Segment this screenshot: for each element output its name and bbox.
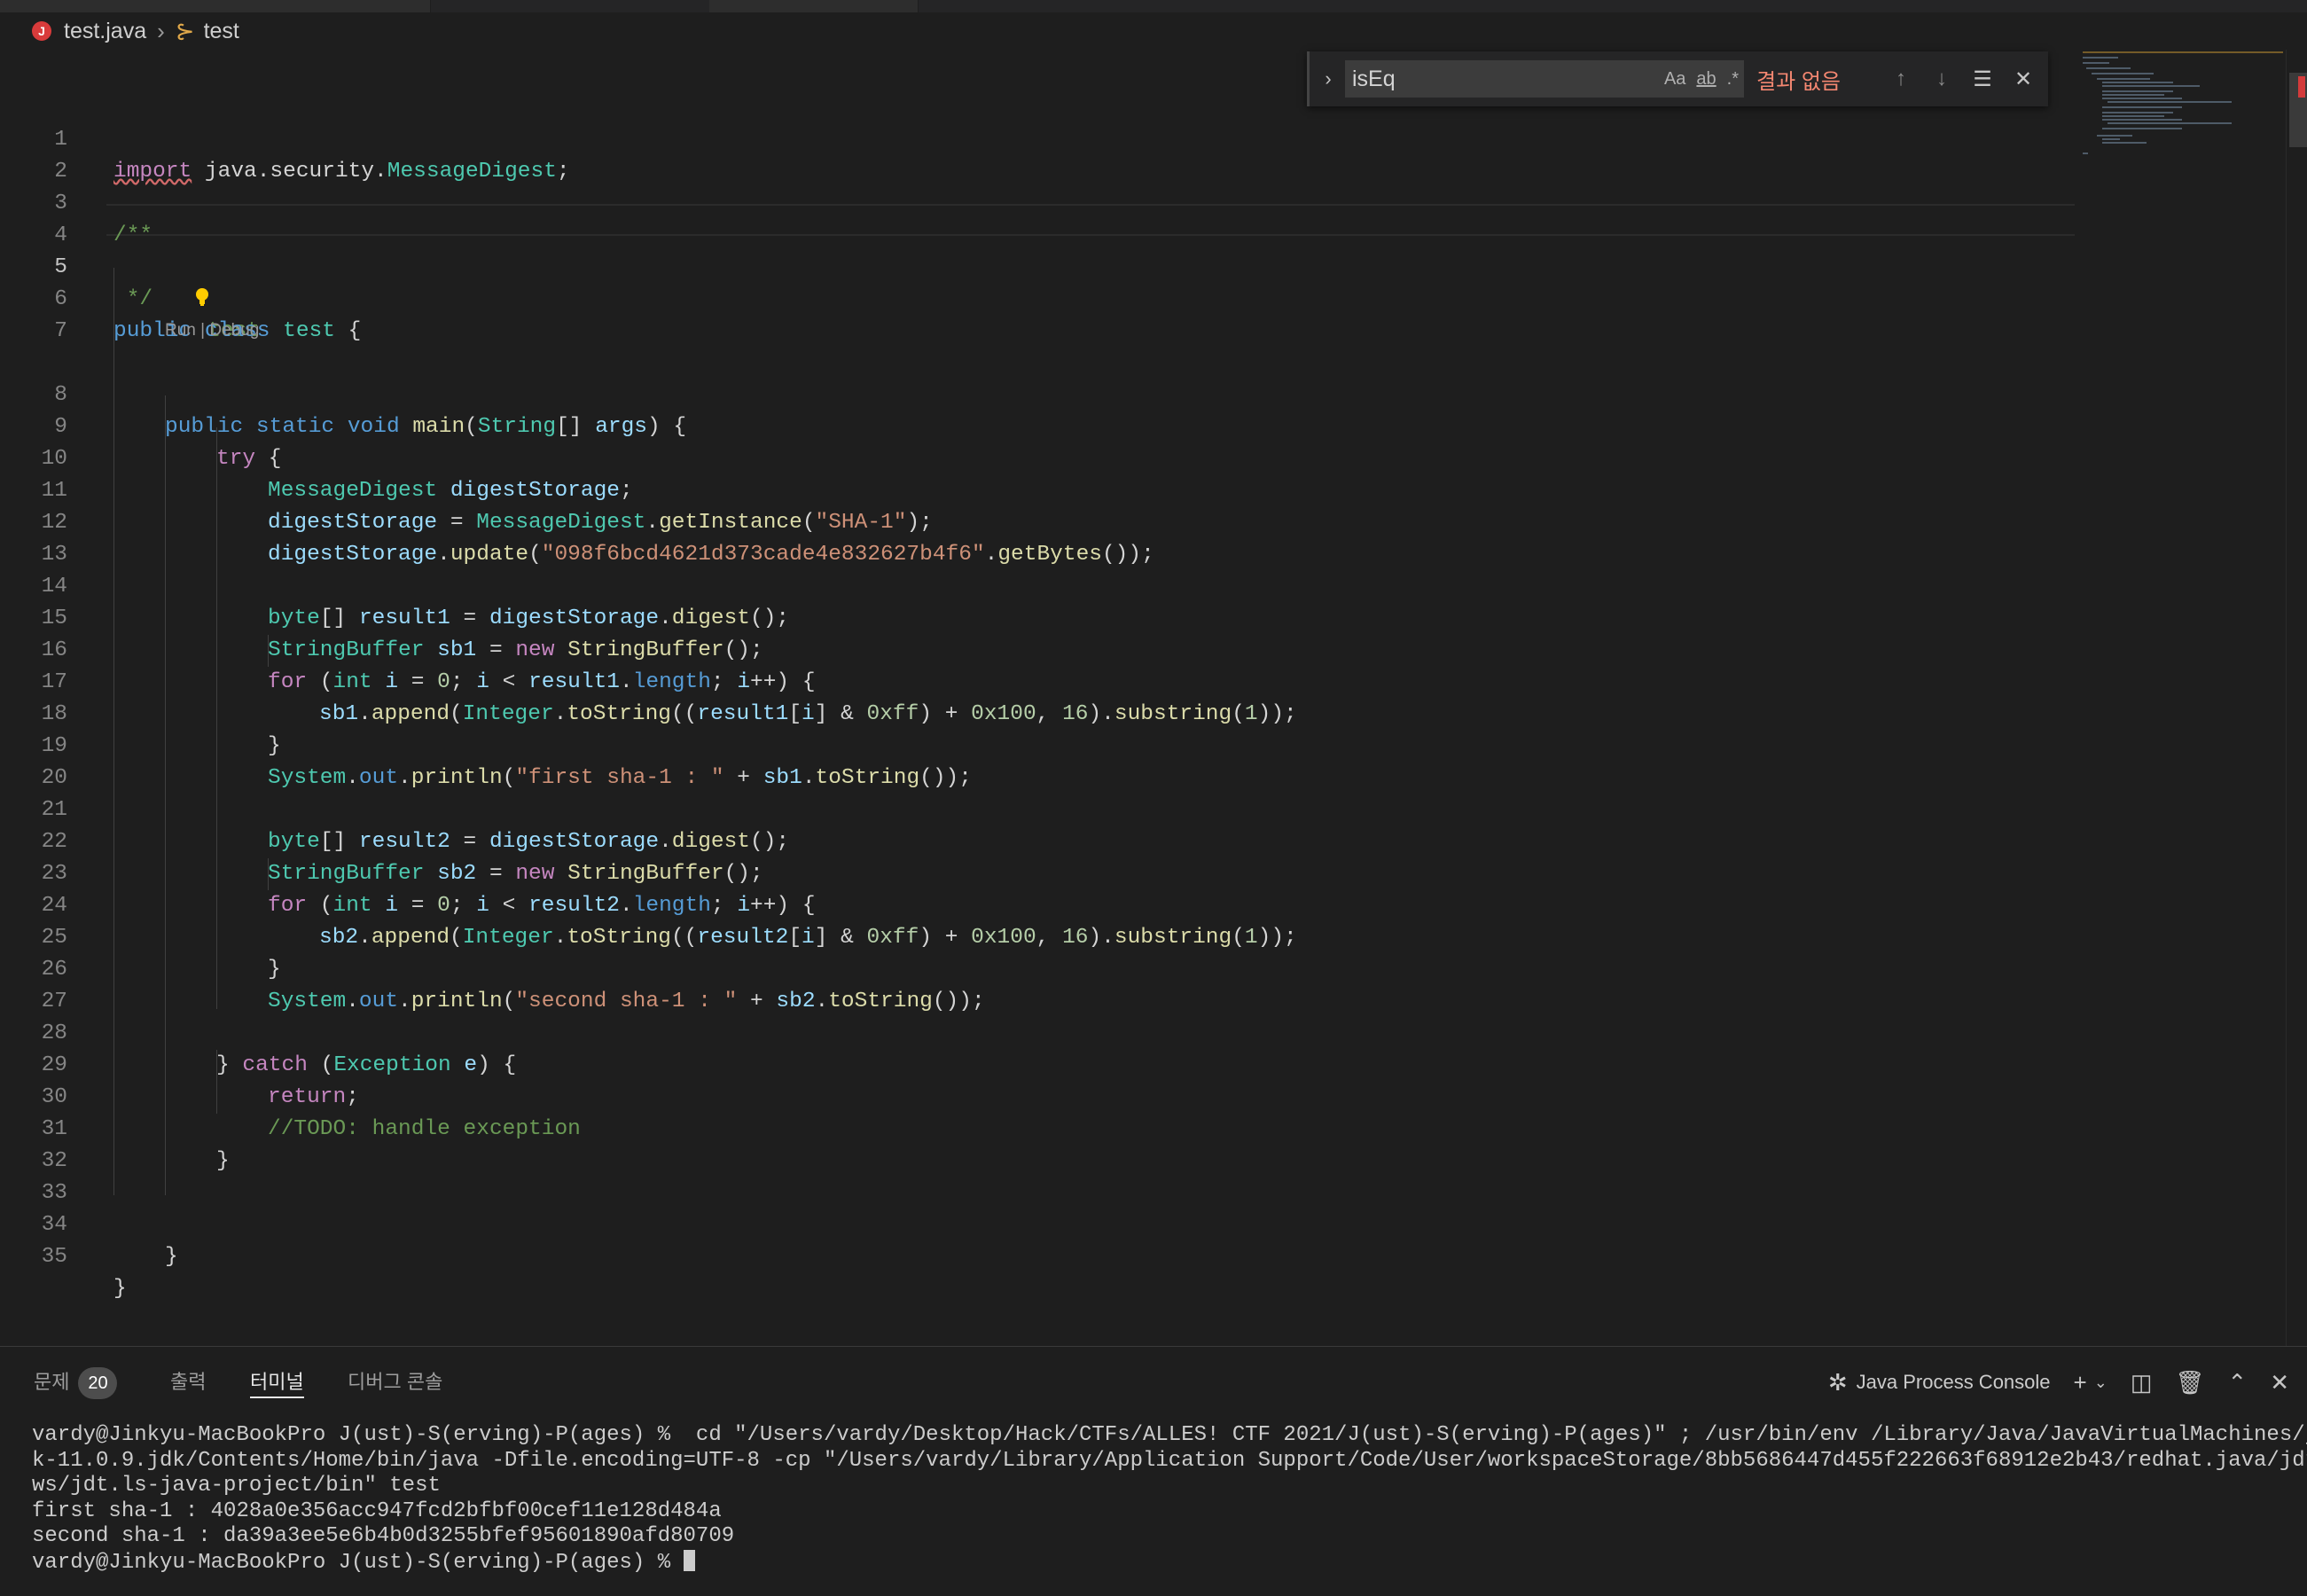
find-widget: › isEq Aa ab .* 결과 없음 ↑ ↓ ☰ ✕ <box>1307 51 2048 106</box>
code-line: 16 for (int i = 0; i < result1.length; i… <box>0 603 2075 694</box>
tab-strip <box>0 0 2307 12</box>
whole-word-button[interactable]: ab <box>1696 69 1716 90</box>
editor-tab[interactable] <box>0 0 431 12</box>
breadcrumb-file[interactable]: test.java <box>64 19 146 44</box>
terminal-line: first sha-1 : 4028a0e356acc947fcd2bfbf00… <box>32 1498 722 1523</box>
code-line: 22 StringBuffer sb2 = new StringBuffer()… <box>0 794 2075 886</box>
code-line: 7 <box>0 284 2075 343</box>
code-line: 19 System.out.println("first sha-1 : " +… <box>0 699 2075 790</box>
previous-match-arrow-up-icon[interactable]: ↑ <box>1881 66 1921 91</box>
code-line: 18 } <box>0 667 2075 758</box>
toggle-replace-chevron-icon[interactable]: › <box>1317 67 1340 90</box>
problems-count-badge: 20 <box>78 1367 118 1399</box>
close-icon[interactable]: ✕ <box>2003 66 2044 92</box>
code-line: 23 for (int i = 0; i < result2.length; i… <box>0 826 2075 918</box>
code-line: 4 test <box>0 188 2075 343</box>
terminal-selector[interactable]: Java Process Console <box>1857 1371 2051 1394</box>
line-number: 35 <box>41 1245 67 1269</box>
code-line: 33 <box>0 1146 2075 1205</box>
maximize-chevron-up-icon[interactable]: ⌃ <box>2227 1369 2247 1396</box>
code-line: 34 } <box>0 1177 2075 1269</box>
code-line: 30 //TODO: handle exception <box>0 1050 2075 1141</box>
code-line: 35 } <box>0 1209 2075 1301</box>
editor-tab[interactable] <box>709 0 919 12</box>
code-line: 2 <box>0 124 2075 184</box>
breadcrumb: J test.java › ⊱ test <box>0 12 2307 50</box>
editor-scrollbar[interactable] <box>2286 50 2307 1346</box>
tab-debug-console[interactable]: 디버그 콘솔 <box>348 1366 442 1398</box>
terminal-line: k-11.0.9.jdk/Contents/Home/bin/java -Dfi… <box>32 1448 2307 1473</box>
code-editor[interactable]: 1 import java.security.MessageDigest; 2 … <box>0 50 2075 1346</box>
code-line: 15 StringBuffer sb1 = new StringBuffer()… <box>0 571 2075 662</box>
terminal-output[interactable]: vardy@Jinkyu-MacBookPro J(ust)-S(erving)… <box>32 1423 2307 1576</box>
trash-icon[interactable]: 🗑 <box>2175 1369 2204 1396</box>
terminal-line: ws/jdt.ls-java-project/bin" test <box>32 1474 441 1498</box>
code-line: 21 byte[] result2 = digestStorage.digest… <box>0 763 2075 854</box>
chevron-down-icon[interactable]: ⌄ <box>2094 1373 2108 1392</box>
class-symbol-icon: ⊱ <box>175 17 195 44</box>
code-line: 10 MessageDigest digestStorage; <box>0 411 2075 503</box>
code-line: 24 sb2.append(Integer.toString((result2[… <box>0 858 2075 950</box>
tab-terminal[interactable]: 터미널 <box>250 1366 304 1398</box>
code-line: 29 return; <box>0 1018 2075 1109</box>
bottom-panel: 문제 20 출력 터미널 디버그 콘솔 ✲ Java Process Consol… <box>0 1346 2307 1596</box>
code-line: 6 public class test { <box>0 252 2075 343</box>
regex-button[interactable]: .* <box>1727 69 1739 90</box>
code-line: 11 digestStorage = MessageDigest.getInst… <box>0 443 2075 535</box>
error-marker <box>2298 76 2305 98</box>
terminal-line: vardy@Jinkyu-MacBookPro J(ust)-S(erving)… <box>32 1423 2307 1447</box>
code-line: 26 System.out.println("second sha-1 : " … <box>0 922 2075 1013</box>
code-line: 27 <box>0 954 2075 1013</box>
terminal-prompt: vardy@Jinkyu-MacBookPro J(ust)-S(erving)… <box>32 1550 684 1575</box>
code-line: 20 <box>0 731 2075 790</box>
breadcrumb-symbol[interactable]: test <box>204 19 239 44</box>
split-terminal-icon[interactable]: ◫ <box>2131 1369 2153 1396</box>
code-line: 8 public static void main(String[] args)… <box>0 348 2075 439</box>
code-line: 14 byte[] result1 = digestStorage.digest… <box>0 539 2075 630</box>
java-file-icon: J <box>32 21 51 41</box>
close-panel-icon[interactable]: ✕ <box>2270 1369 2289 1396</box>
minimap[interactable] <box>2079 50 2287 192</box>
code-line: 3 /** <box>0 156 2075 247</box>
code-line: 5 */ <box>0 220 2075 311</box>
match-case-button[interactable]: Aa <box>1664 69 1685 90</box>
find-status: 결과 없음 <box>1756 69 1841 94</box>
code-line: 32 <box>0 1114 2075 1173</box>
code-line: 17 sb1.append(Integer.toString((result1[… <box>0 635 2075 726</box>
chevron-right-icon: › <box>157 17 165 44</box>
code-line: 28 } catch (Exception e) { <box>0 986 2075 1077</box>
panel-actions: ✲ Java Process Console + ⌄ ◫ 🗑 ⌃ ✕ <box>1828 1366 2289 1398</box>
code-line: 9 try { <box>0 379 2075 471</box>
tab-output[interactable]: 출력 <box>170 1366 206 1398</box>
code-line: 31 } <box>0 1082 2075 1173</box>
terminal-cursor <box>683 1549 695 1571</box>
tab-problems[interactable]: 문제 20 <box>34 1366 118 1399</box>
code-line: 25 } <box>0 890 2075 982</box>
debug-bug-icon: ✲ <box>1827 1368 1848 1396</box>
code-line: 13 <box>0 507 2075 567</box>
codelens-run-debug[interactable]: Run | Debug <box>165 317 259 344</box>
code-line: 12 digestStorage.update("098f6bcd4621d37… <box>0 475 2075 567</box>
find-in-selection-icon[interactable]: ☰ <box>1962 66 2003 92</box>
find-input[interactable]: isEq Aa ab .* <box>1345 60 1744 98</box>
find-query: isEq <box>1352 66 1396 91</box>
terminal-prompt-line: vardy@Jinkyu-MacBookPro J(ust)-S(erving)… <box>32 1549 2284 1576</box>
terminal-line: second sha-1 : da39a3ee5e6b4b0d3255bfef9… <box>32 1524 735 1548</box>
line-number: 7 <box>54 319 67 343</box>
new-terminal-plus-icon[interactable]: + <box>2074 1369 2087 1396</box>
next-match-arrow-down-icon[interactable]: ↓ <box>1921 66 1962 91</box>
